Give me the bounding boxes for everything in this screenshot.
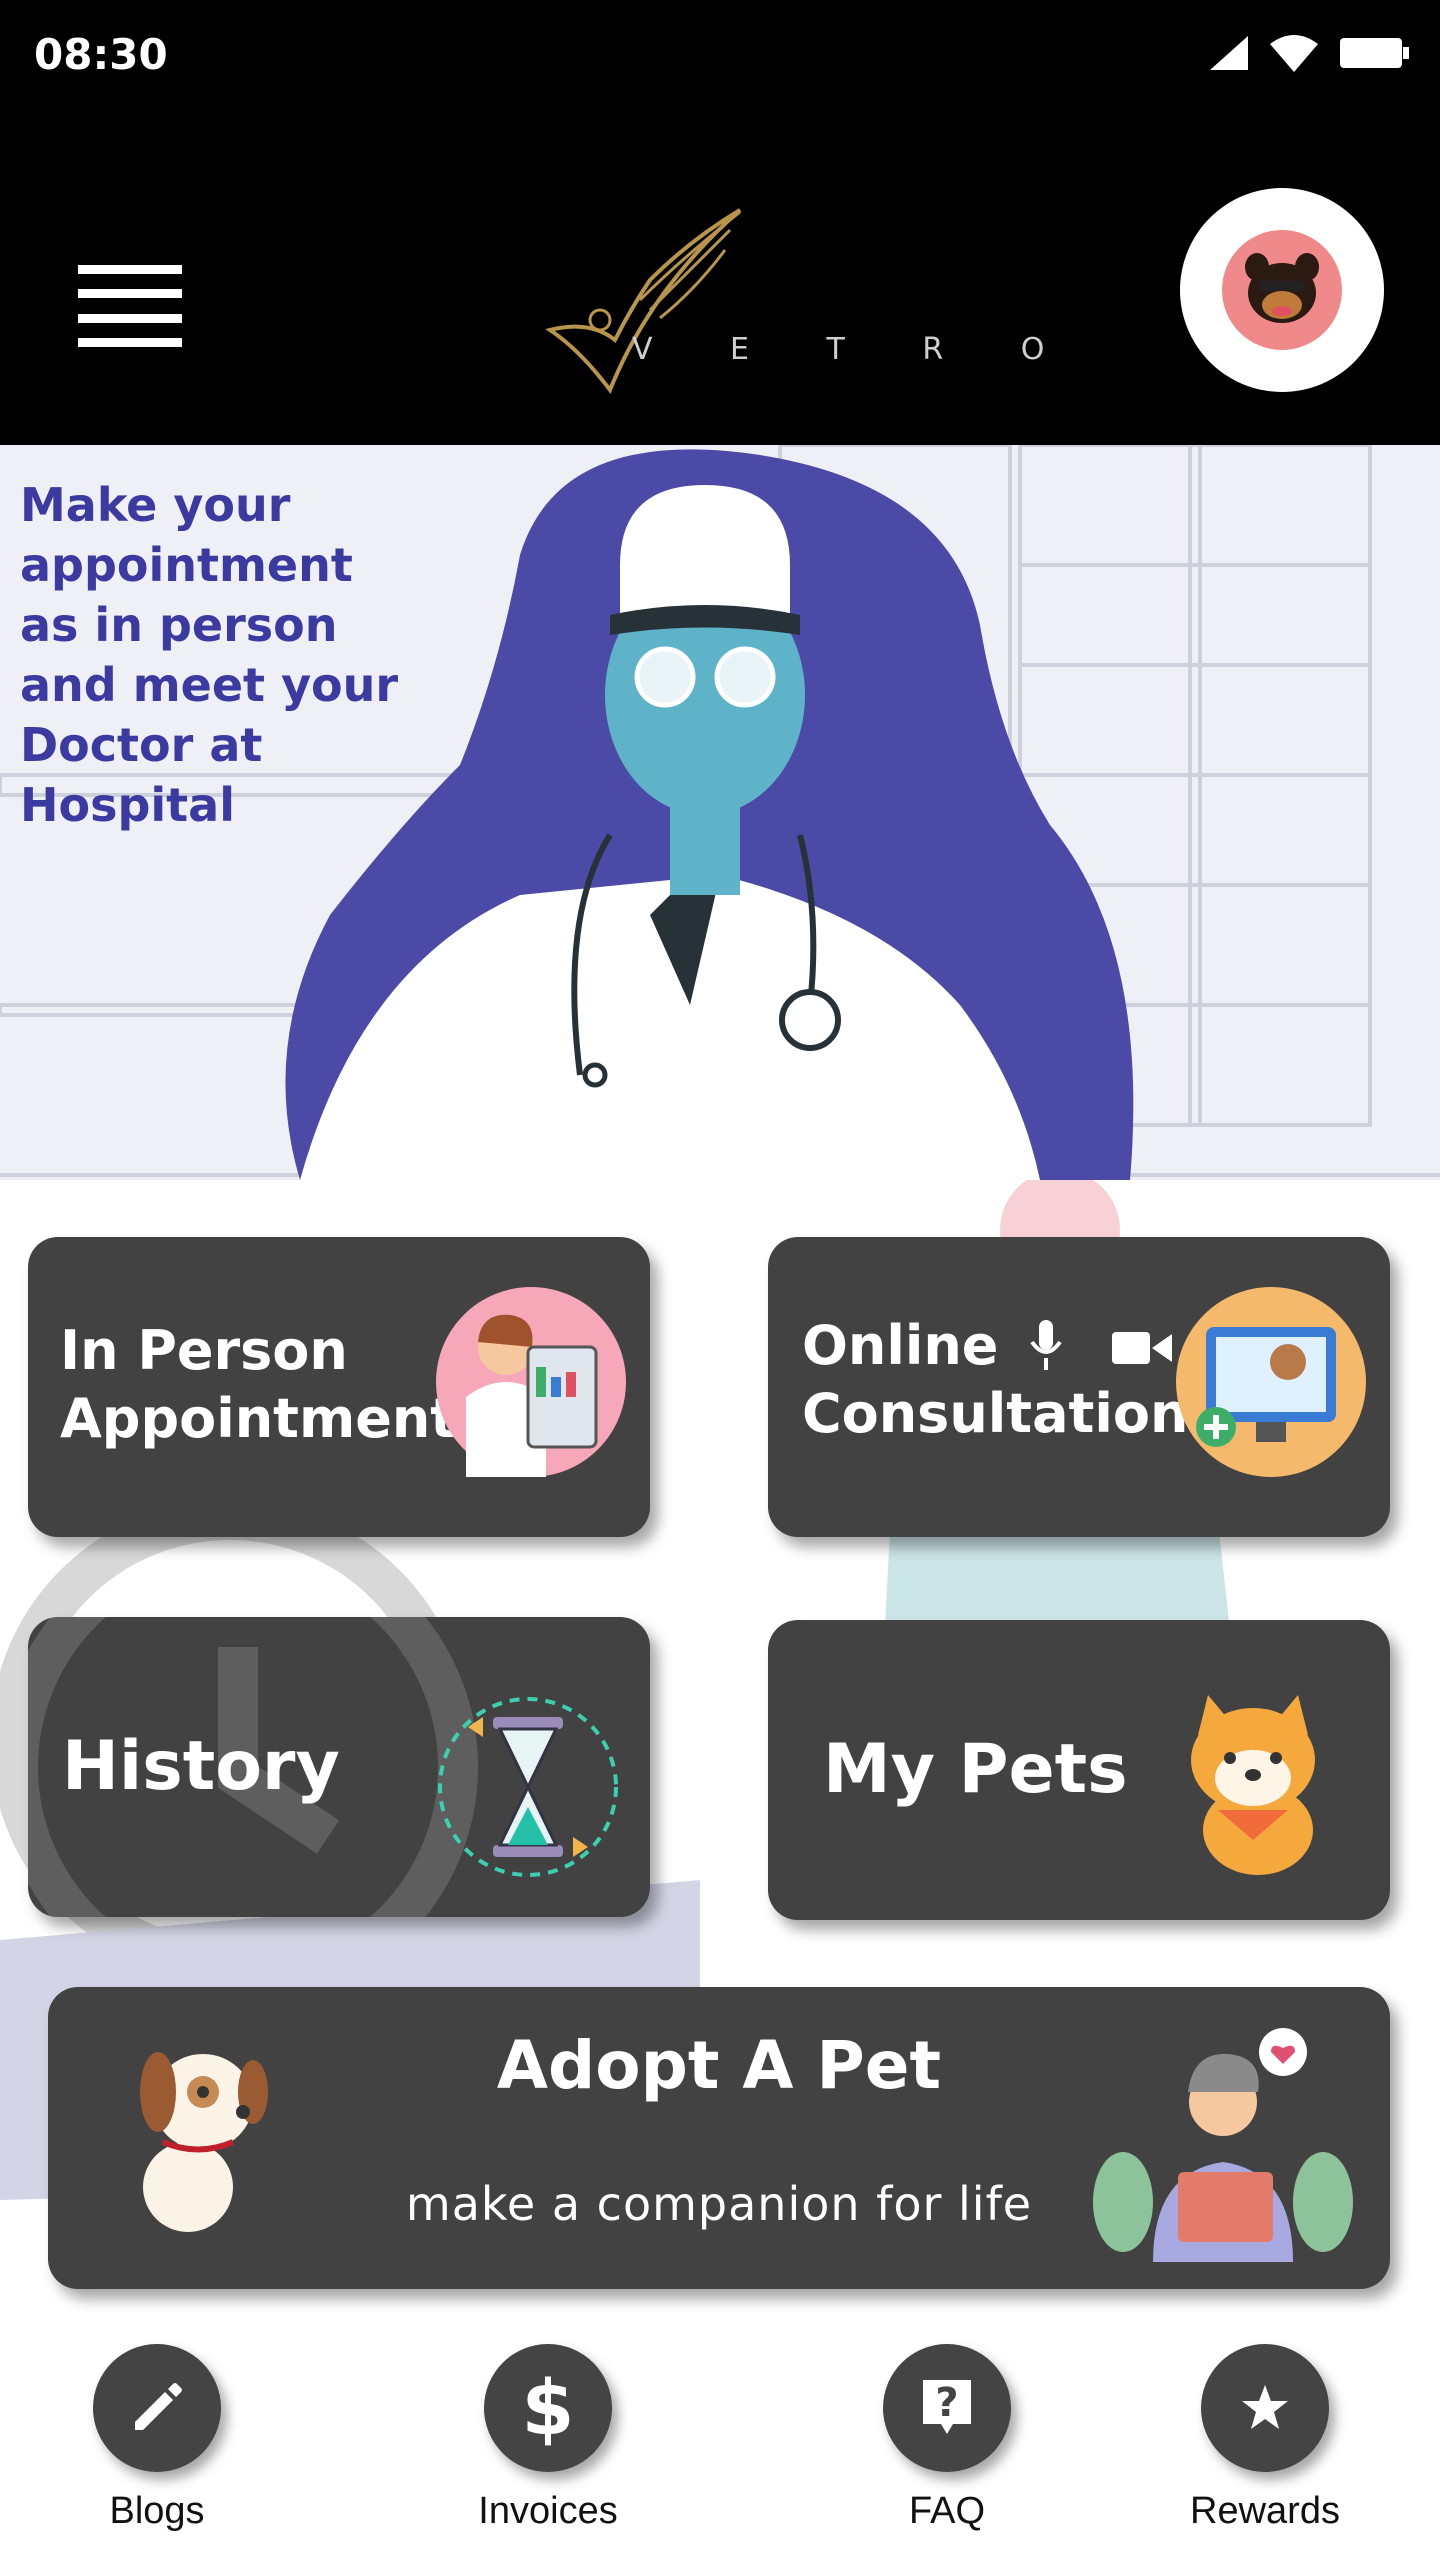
card-label: History <box>62 1727 340 1806</box>
bottom-navigation: Blogs $ Invoices ? FAQ Rewards <box>0 2330 1440 2560</box>
dog-avatar-icon <box>1222 230 1342 350</box>
banner-line: as in person <box>20 598 338 652</box>
status-time: 08:30 <box>34 30 168 79</box>
card-label: Online Consultation <box>802 1312 1188 1448</box>
pencil-icon <box>93 2344 221 2472</box>
status-bar: 08:30 <box>0 0 1440 120</box>
nav-label: FAQ <box>908 2490 986 2532</box>
logo-text: V E T R O <box>632 332 1079 367</box>
video-doctor-icon <box>1176 1287 1366 1477</box>
banner-headline: Make your appointment as in person and m… <box>20 475 620 835</box>
card-label-line: In Person <box>60 1319 348 1382</box>
star-icon <box>1201 2344 1329 2472</box>
adopt-a-pet-card[interactable]: Adopt A Pet make a companion for life <box>48 1987 1390 2289</box>
my-pets-card[interactable]: My Pets <box>768 1620 1390 1920</box>
microphone-icon <box>1030 1320 1062 1370</box>
vetro-logo-icon <box>545 208 742 395</box>
battery-icon <box>1340 38 1409 68</box>
hamburger-menu-button[interactable] <box>78 265 182 347</box>
card-label-line: Appointment <box>60 1387 457 1450</box>
card-label: In Person Appointment <box>60 1317 456 1453</box>
nav-blogs[interactable]: Blogs <box>62 2344 252 2533</box>
card-label-line: Consultation <box>802 1382 1189 1445</box>
nav-rewards[interactable]: Rewards <box>1170 2344 1360 2533</box>
hero-banner[interactable]: Make your appointment as in person and m… <box>0 445 1440 1180</box>
card-label-line-text: Online <box>802 1314 999 1377</box>
card-label: My Pets <box>823 1730 1128 1809</box>
banner-line: Doctor at <box>20 718 263 772</box>
card-label-line: Online <box>802 1312 1188 1380</box>
svg-text:?: ? <box>935 2380 958 2426</box>
nav-label: Invoices <box>478 2490 618 2532</box>
history-card[interactable]: History <box>28 1617 650 1917</box>
nav-label: Rewards <box>1190 2490 1340 2532</box>
video-camera-icon <box>1112 1332 1173 1364</box>
shiba-dog-icon <box>1168 1690 1338 1880</box>
in-person-appointment-card[interactable]: In Person Appointment <box>28 1237 650 1537</box>
profile-avatar[interactable] <box>1180 188 1384 392</box>
question-icon: ? <box>883 2344 1011 2472</box>
dollar-icon: $ <box>484 2344 612 2472</box>
hourglass-icon <box>428 1687 628 1887</box>
signal-icon <box>1210 36 1248 70</box>
system-icons <box>1210 34 1410 72</box>
wifi-icon <box>1270 35 1318 72</box>
doctor-clipboard-icon <box>436 1287 626 1477</box>
online-consultation-card[interactable]: Online Consultation <box>768 1237 1390 1537</box>
nav-faq[interactable]: ? FAQ <box>852 2344 1042 2533</box>
app-header: V E T R O <box>0 120 1440 445</box>
nav-label: Blogs <box>109 2490 205 2532</box>
adopter-with-box-icon <box>1083 2022 1353 2262</box>
banner-line: and meet your <box>20 658 399 712</box>
banner-line: Hospital <box>20 778 235 832</box>
banner-line: Make your appointment <box>20 478 353 592</box>
nav-invoices[interactable]: $ Invoices <box>448 2344 648 2533</box>
